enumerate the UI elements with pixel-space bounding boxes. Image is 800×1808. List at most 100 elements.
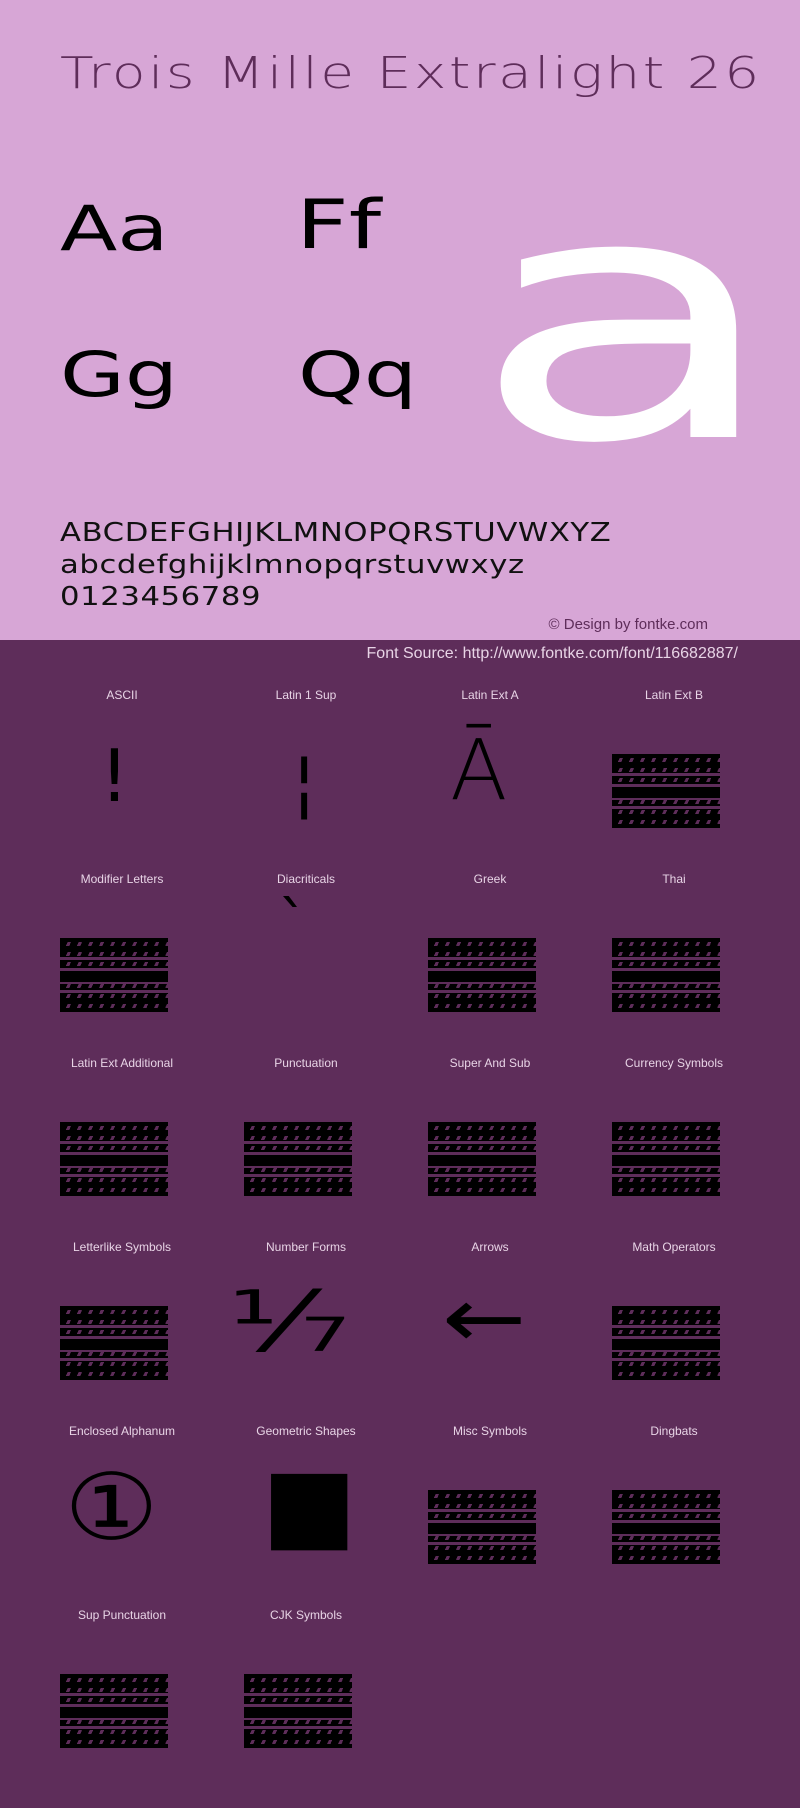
tofu-band <box>612 1509 720 1512</box>
tofu-stripe <box>60 942 168 946</box>
block-label-modifier-letters: Modifier Letters <box>80 872 164 886</box>
missing-glyph-icon <box>612 1122 720 1196</box>
block-label-punctuation: Punctuation <box>274 1056 338 1070</box>
tofu-band <box>244 1174 352 1177</box>
block-label-diacriticals: Diacriticals <box>276 872 335 886</box>
tofu-stripe <box>60 1740 168 1744</box>
tofu-band <box>428 1174 536 1177</box>
tofu-stripe <box>612 758 720 762</box>
tofu-stripe <box>612 1330 720 1334</box>
tofu-stripe <box>612 1352 720 1356</box>
tofu-band <box>60 1693 168 1696</box>
block-label-ascii: ASCII <box>106 688 138 702</box>
tofu-stripe <box>60 1188 168 1192</box>
tofu-stripe <box>612 1178 720 1182</box>
tofu-band <box>60 1141 168 1144</box>
tofu-stripe <box>612 800 720 804</box>
tofu-stripe <box>244 1698 352 1702</box>
tofu-stripe <box>60 1362 168 1366</box>
tofu-stripe <box>428 1514 536 1518</box>
tofu-stripe <box>612 1556 720 1560</box>
tofu-band <box>612 1336 720 1339</box>
tofu-stripe <box>244 1688 352 1692</box>
block-label-currency-symbols: Currency Symbols <box>624 1056 724 1070</box>
tofu-band <box>612 1141 720 1144</box>
block-label-enclosed-alphanum: Enclosed Alphanum <box>68 1424 176 1438</box>
tofu-stripe <box>612 1004 720 1008</box>
tofu-stripe <box>60 1730 168 1734</box>
block-label-sup-punctuation: Sup Punctuation <box>77 1608 167 1622</box>
tofu-stripe <box>244 1136 352 1140</box>
specimen-pair-ff: Ff <box>296 186 382 265</box>
missing-glyph-icon <box>428 1122 536 1196</box>
tofu-stripe <box>60 1168 168 1172</box>
missing-glyph-icon <box>612 1306 720 1380</box>
tofu-stripe <box>60 952 168 956</box>
tofu-band <box>612 957 720 960</box>
tofu-band <box>612 1152 720 1155</box>
missing-glyph-icon <box>428 938 536 1012</box>
block-label-math-operators: Math Operators <box>632 1240 716 1254</box>
missing-glyph-icon <box>612 938 720 1012</box>
block-glyph-ascii: ! <box>100 734 129 818</box>
digits: 0123456789 <box>60 582 262 612</box>
tofu-stripe <box>428 994 536 998</box>
tofu-stripe <box>60 1004 168 1008</box>
block-label-number-forms: Number Forms <box>265 1240 346 1254</box>
tofu-band <box>60 1174 168 1177</box>
tofu-stripe <box>60 1698 168 1702</box>
tofu-band <box>244 1693 352 1696</box>
missing-glyph-icon <box>60 938 168 1012</box>
tofu-stripe <box>60 1688 168 1692</box>
tofu-band <box>612 968 720 971</box>
tofu-stripe <box>60 1136 168 1140</box>
tofu-band <box>428 1509 536 1512</box>
tofu-band <box>60 990 168 993</box>
tofu-stripe <box>612 952 720 956</box>
block-label-arrows: Arrows <box>471 1240 509 1254</box>
font-title: Trois Mille Extralight 26 <box>60 48 762 99</box>
block-label-misc-symbols: Misc Symbols <box>452 1424 527 1438</box>
block-glyph-latin-1-sup: ¦ <box>292 740 317 824</box>
missing-glyph-icon <box>60 1306 168 1380</box>
block-glyph-enclosed-alphanum: ① <box>64 1454 159 1561</box>
tofu-stripe <box>612 1494 720 1498</box>
tofu-stripe <box>428 1504 536 1508</box>
tofu-stripe <box>428 1126 536 1130</box>
tofu-stripe <box>60 1126 168 1130</box>
tofu-band <box>428 957 536 960</box>
tofu-stripe <box>428 1136 536 1140</box>
tofu-stripe <box>612 1514 720 1518</box>
tofu-stripe <box>60 1310 168 1314</box>
tofu-stripe <box>244 1146 352 1150</box>
missing-glyph-icon <box>612 1490 720 1564</box>
tofu-stripe <box>60 1678 168 1682</box>
block-glyph-latin-ext-a: Ā <box>450 721 508 819</box>
block-glyph-arrows: ← <box>442 1269 527 1367</box>
tofu-band <box>612 1520 720 1523</box>
block-label-latin-ext-b: Latin Ext B <box>644 688 704 702</box>
tofu-stripe <box>428 1556 536 1560</box>
tofu-stripe <box>612 1146 720 1150</box>
block-label-latin-ext-a: Latin Ext A <box>461 688 519 702</box>
tofu-stripe <box>612 778 720 782</box>
tofu-stripe <box>612 1168 720 1172</box>
tofu-stripe <box>612 984 720 988</box>
tofu-band <box>612 773 720 776</box>
tofu-stripe <box>612 1362 720 1366</box>
block-label-dingbats: Dingbats <box>650 1424 698 1438</box>
block-label-geometric-shapes: Geometric Shapes <box>256 1424 356 1438</box>
block-label-letterlike-symbols: Letterlike Symbols <box>72 1240 172 1254</box>
tofu-stripe <box>244 1730 352 1734</box>
tofu-stripe <box>60 962 168 966</box>
missing-glyph-icon <box>60 1674 168 1748</box>
tofu-stripe <box>612 1136 720 1140</box>
font-source-link[interactable]: Font Source: http://www.fontke.com/font/… <box>367 645 738 663</box>
tofu-stripe <box>60 1720 168 1724</box>
design-credit: © Design by fontke.com <box>548 616 708 633</box>
tofu-stripe <box>612 1504 720 1508</box>
block-label-latin-ext-additional: Latin Ext Additional <box>70 1056 174 1070</box>
uppercase-alphabet: ABCDEFGHIJKLMNOPQRSTUVWXYZ <box>60 518 612 548</box>
tofu-stripe <box>612 810 720 814</box>
block-label-greek: Greek <box>473 872 507 886</box>
